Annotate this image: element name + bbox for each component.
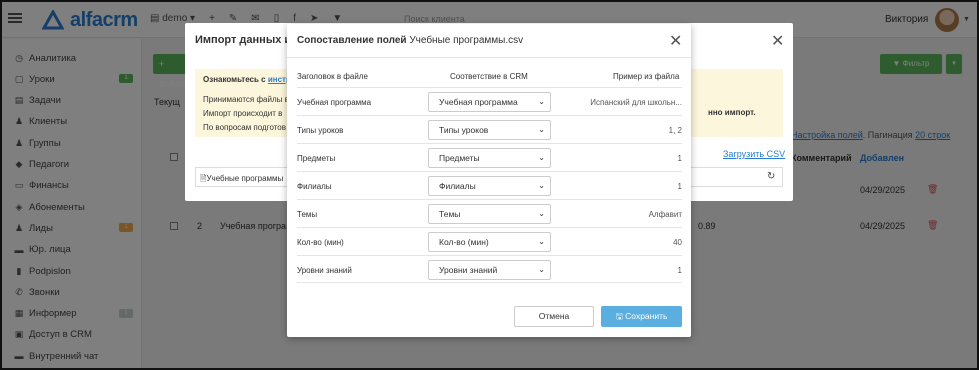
notice-heading: Ознакомьтесь с инстр	[203, 75, 291, 84]
notice-line: Импорт происходит в	[203, 109, 283, 118]
notice-line: По вопросам подготов	[203, 123, 286, 132]
example-value: 1	[677, 266, 682, 275]
mapping-row: Учебная программа Учебная программа ⌄ Испан…	[297, 87, 682, 115]
crm-field-value: Учебная программа	[439, 97, 518, 107]
chevron-down-icon: ⌄	[538, 209, 545, 218]
file-column-name: Учебная программа	[297, 98, 372, 107]
mapping-row: Предметы Предметы ⌄ 1	[297, 143, 682, 171]
cancel-button[interactable]: Отмена	[514, 306, 594, 327]
crm-field-select[interactable]: Темы ⌄	[428, 204, 551, 224]
crm-field-select[interactable]: Учебная программа ⌄	[428, 92, 551, 112]
crm-field-value: Типы уроков	[439, 125, 489, 135]
save-label: Сохранить	[625, 311, 668, 321]
example-value: Испанский для школьн...	[590, 98, 682, 107]
file-column-name: Филиалы	[297, 182, 332, 191]
file-name-text: Учебные программы	[206, 174, 284, 183]
chevron-down-icon: ⌄	[538, 237, 545, 246]
upload-csv-link[interactable]: Загрузить CSV	[723, 149, 785, 159]
mapping-modal: Сопоставление полей Учебные программы.cs…	[287, 24, 691, 337]
column-header-crm: Соответствие в CRM	[450, 72, 528, 81]
example-value: Алфавит	[648, 210, 682, 219]
crm-field-value: Кол-во (мин)	[439, 237, 489, 247]
crm-field-select[interactable]: Предметы ⌄	[428, 148, 551, 168]
column-header-file: Заголовок в файле	[297, 72, 368, 81]
file-column-name: Предметы	[297, 154, 336, 163]
file-name: 🗎Учебные программы	[200, 174, 284, 183]
column-header-example: Пример из файла	[613, 72, 680, 81]
crm-field-select[interactable]: Кол-во (мин) ⌄	[428, 232, 551, 252]
chevron-down-icon: ⌄	[538, 97, 545, 106]
file-column-name: Кол-во (мин)	[297, 238, 344, 247]
refresh-icon[interactable]: ↻	[767, 171, 775, 182]
example-value: 1, 2	[668, 126, 682, 135]
crm-field-value: Темы	[439, 209, 461, 219]
notice-prefix: Ознакомьтесь с	[203, 75, 268, 84]
mapping-modal-title: Сопоставление полей Учебные программы.cs…	[297, 35, 523, 46]
chevron-down-icon: ⌄	[538, 153, 545, 162]
crm-field-value: Уровни знаний	[439, 265, 498, 275]
mapping-row: Филиалы Филиалы ⌄ 1	[297, 171, 682, 199]
mapping-row: Темы Темы ⌄ Алфавит	[297, 199, 682, 227]
chevron-down-icon: ⌄	[538, 181, 545, 190]
title-file-name: Учебные программы.csv	[409, 35, 524, 46]
mapping-row: Уровни знаний Уровни знаний ⌄ 1	[297, 255, 682, 283]
divider	[287, 57, 691, 58]
mapping-row: Кол-во (мин) Кол-во (мин) ⌄ 40	[297, 227, 682, 255]
example-value: 1	[677, 154, 682, 163]
example-value: 1	[677, 182, 682, 191]
close-icon[interactable]: ✕	[669, 31, 682, 51]
file-column-name: Уровни знаний	[297, 266, 352, 275]
example-value: 40	[673, 238, 682, 247]
crm-field-select[interactable]: Филиалы ⌄	[428, 176, 551, 196]
title-prefix: Сопоставление полей	[297, 35, 407, 46]
import-modal-title: Импорт данных из	[195, 34, 297, 46]
crm-field-value: Предметы	[439, 153, 480, 163]
crm-field-value: Филиалы	[439, 181, 476, 191]
chevron-down-icon: ⌄	[538, 125, 545, 134]
close-icon[interactable]: ✕	[771, 31, 784, 51]
file-column-name: Типы уроков	[297, 126, 344, 135]
app-window: alfacrm ▤ demo ▾ + ✎ ✉ ▯ f ➤ ▼ Поиск кли…	[0, 0, 979, 370]
crm-field-select[interactable]: Типы уроков ⌄	[428, 120, 551, 140]
chevron-down-icon: ⌄	[538, 265, 545, 274]
notice-line: Принимаются файлы в	[203, 95, 289, 104]
crm-field-select[interactable]: Уровни знаний ⌄	[428, 260, 551, 280]
save-button[interactable]: 🖫 Сохранить	[601, 306, 682, 327]
file-column-name: Темы	[297, 210, 318, 219]
mapping-row: Типы уроков Типы уроков ⌄ 1, 2	[297, 115, 682, 143]
notice-bold-text: нно импорт.	[708, 108, 756, 117]
